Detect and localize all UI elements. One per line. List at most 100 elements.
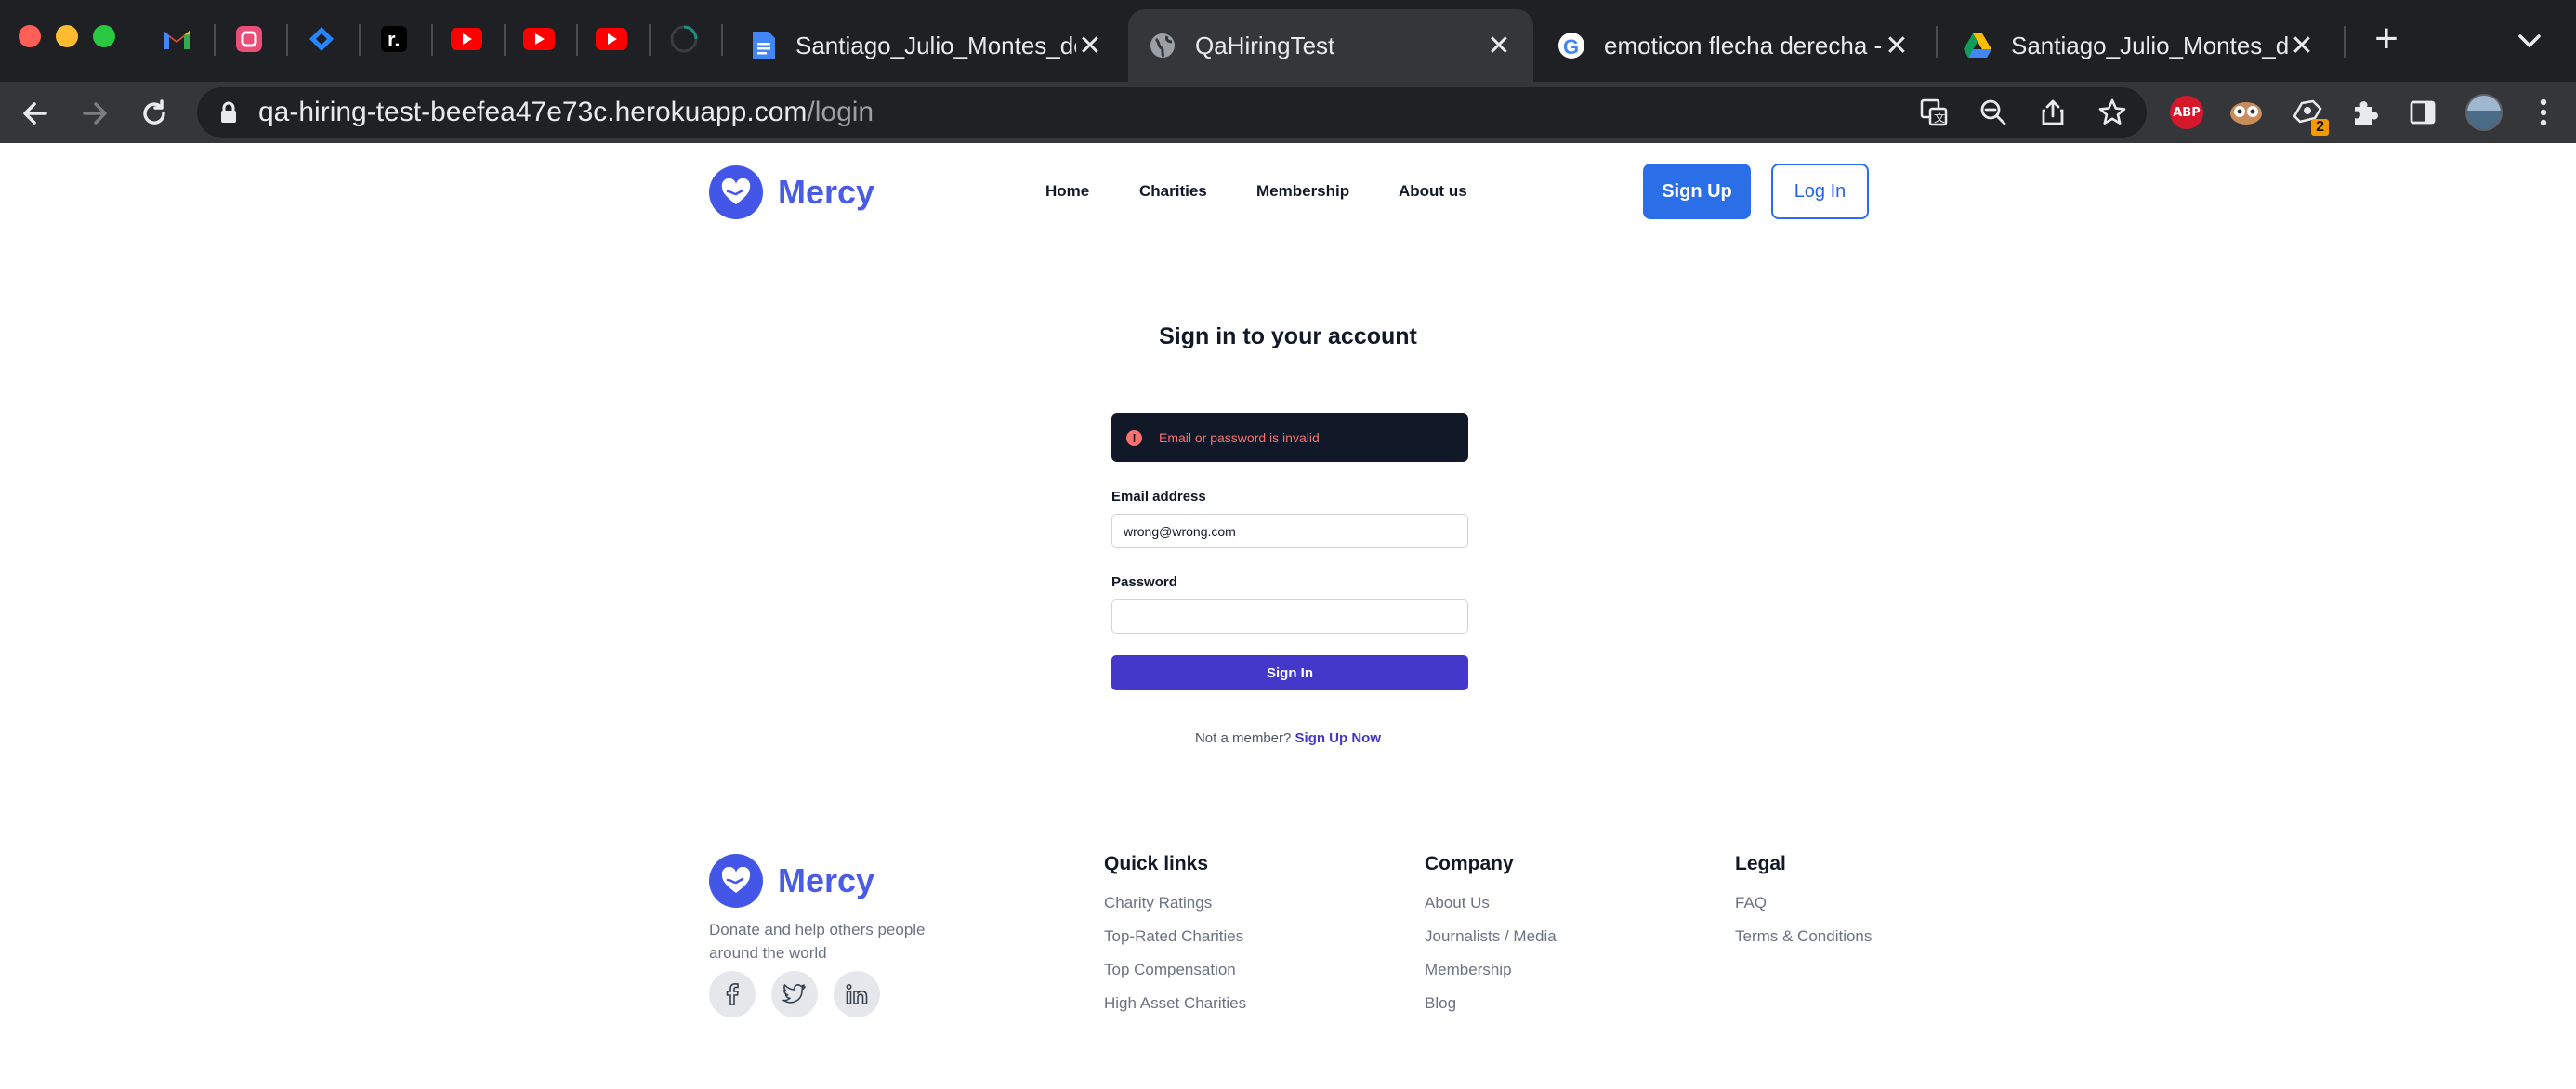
pinned-tab-youtube-1[interactable] bbox=[450, 22, 483, 56]
footer-link[interactable]: Journalists / Media bbox=[1425, 920, 1557, 953]
footer-column-title: Legal bbox=[1735, 853, 1786, 874]
linkedin-link[interactable] bbox=[834, 971, 880, 1017]
google-icon: G bbox=[1558, 33, 1584, 59]
pinned-tab-app[interactable] bbox=[232, 22, 266, 56]
loading-icon bbox=[670, 25, 698, 53]
reload-icon bbox=[143, 99, 165, 125]
close-window-button[interactable] bbox=[19, 25, 41, 47]
pinned-tab-jira[interactable] bbox=[305, 22, 338, 56]
nav-about-us[interactable]: About us bbox=[1399, 182, 1467, 201]
adblock-extension[interactable]: ABP bbox=[2165, 91, 2208, 134]
tab-drive[interactable]: Santiago_Julio_Montes_de ✕ bbox=[1942, 9, 2336, 82]
pinned-tab-youtube-2[interactable] bbox=[522, 22, 556, 56]
back-button[interactable] bbox=[15, 93, 56, 134]
svg-text:r.: r. bbox=[388, 28, 400, 51]
footer-link[interactable]: Terms & Conditions bbox=[1735, 920, 1872, 953]
twitter-link[interactable] bbox=[771, 971, 818, 1017]
youtube-icon bbox=[596, 28, 627, 50]
footer-brand-name: Mercy bbox=[778, 861, 875, 899]
sign-in-button[interactable]: Sign In bbox=[1111, 655, 1468, 690]
footer-column-legal: Legal FAQ Terms & Conditions bbox=[1735, 853, 1872, 953]
close-icon[interactable]: ✕ bbox=[1883, 31, 1911, 61]
reload-button[interactable] bbox=[134, 93, 175, 134]
header-logo[interactable]: Mercy bbox=[709, 165, 874, 219]
arrow-right-icon bbox=[83, 102, 107, 125]
sign-up-now-link[interactable]: Sign Up Now bbox=[1295, 730, 1382, 746]
eyes-extension[interactable] bbox=[2225, 91, 2267, 134]
extensions-button[interactable] bbox=[2344, 91, 2386, 134]
arrow-left-icon bbox=[23, 102, 47, 125]
brand-name: Mercy bbox=[778, 173, 875, 211]
pinned-tab-gmail[interactable] bbox=[160, 22, 193, 56]
facebook-icon bbox=[726, 983, 739, 1005]
tab-google-search[interactable]: G emoticon flecha derecha - ✕ bbox=[1537, 9, 1931, 82]
footer-column-company: Company About Us Journalists / Media Mem… bbox=[1425, 853, 1557, 1020]
error-message: Email or password is invalid bbox=[1159, 430, 1320, 445]
footer-column-title: Company bbox=[1425, 853, 1514, 874]
pinned-tab-youtube-3[interactable] bbox=[595, 22, 628, 56]
tracker-extension[interactable]: 2 bbox=[2286, 91, 2329, 136]
tab-title: emoticon flecha derecha - bbox=[1604, 31, 1883, 59]
footer-link[interactable]: Top Compensation bbox=[1104, 953, 1246, 987]
tab-title: Santiago_Julio_Montes_de bbox=[2011, 31, 2288, 59]
linkedin-icon bbox=[846, 984, 868, 1004]
password-field[interactable] bbox=[1111, 599, 1468, 634]
app-icon bbox=[236, 26, 262, 52]
footer-link[interactable]: FAQ bbox=[1735, 886, 1872, 920]
footer-logo[interactable]: Mercy bbox=[709, 854, 874, 908]
footer-link[interactable]: Charity Ratings bbox=[1104, 886, 1246, 920]
tab-title: Santiago_Julio_Montes_de bbox=[795, 31, 1076, 59]
footer-link[interactable]: High Asset Charities bbox=[1104, 987, 1246, 1020]
nav-membership[interactable]: Membership bbox=[1256, 182, 1349, 201]
extension-badge: 2 bbox=[2311, 119, 2329, 136]
browser-menu-button[interactable] bbox=[2522, 91, 2565, 134]
profile-button[interactable] bbox=[2463, 91, 2505, 134]
browser-toolbar: qa-hiring-test-beefea47e73c.herokuapp.co… bbox=[0, 82, 2576, 143]
close-icon[interactable]: ✕ bbox=[2288, 31, 2316, 61]
twitter-icon bbox=[782, 984, 806, 1004]
new-tab-button[interactable]: + bbox=[2368, 19, 2405, 59]
footer-link[interactable]: About Us bbox=[1425, 886, 1557, 920]
bookmark-star-icon[interactable] bbox=[2096, 97, 2128, 128]
log-in-button[interactable]: Log In bbox=[1771, 164, 1869, 219]
chevron-down-icon[interactable] bbox=[2513, 24, 2546, 58]
tab-docs-1[interactable]: Santiago_Julio_Montes_de ✕ bbox=[730, 9, 1124, 82]
maximize-window-button[interactable] bbox=[93, 25, 115, 47]
minimize-window-button[interactable] bbox=[56, 25, 78, 47]
svg-text:文: 文 bbox=[1934, 111, 1945, 125]
facebook-link[interactable] bbox=[709, 971, 756, 1017]
email-field[interactable] bbox=[1111, 514, 1468, 548]
pinned-tab-loading[interactable] bbox=[667, 22, 701, 56]
share-icon[interactable] bbox=[2037, 97, 2069, 128]
close-icon[interactable]: ✕ bbox=[1076, 31, 1104, 61]
footer-link[interactable]: Blog bbox=[1425, 987, 1557, 1020]
translate-icon[interactable]: 文 bbox=[1918, 97, 1950, 128]
docs-icon bbox=[753, 32, 775, 59]
lock-icon bbox=[221, 101, 236, 123]
close-icon[interactable]: ✕ bbox=[1485, 31, 1513, 61]
email-label: Email address bbox=[1111, 489, 1206, 505]
heart-hand-icon bbox=[709, 165, 763, 219]
web-page: Mercy Home Charities Membership About us… bbox=[0, 143, 2576, 1089]
forward-button[interactable] bbox=[74, 93, 115, 134]
exclamation-circle-icon: ! bbox=[1126, 429, 1142, 446]
pinned-tab-r[interactable]: r. bbox=[377, 22, 411, 56]
globe-icon bbox=[1150, 33, 1175, 58]
footer-link[interactable]: Membership bbox=[1425, 953, 1557, 987]
error-alert: ! Email or password is invalid bbox=[1111, 413, 1468, 462]
tab-title: QaHiringTest bbox=[1195, 31, 1335, 59]
zoom-out-icon[interactable] bbox=[1978, 97, 2009, 128]
password-label: Password bbox=[1111, 574, 1177, 590]
eyes-icon bbox=[2230, 102, 2262, 125]
nav-home[interactable]: Home bbox=[1045, 182, 1089, 201]
address-bar[interactable]: qa-hiring-test-beefea47e73c.herokuapp.co… bbox=[197, 87, 2147, 138]
sign-up-button[interactable]: Sign Up bbox=[1643, 164, 1751, 219]
browser-tab-bar: r. Santiago_Julio_Montes_de ✕ QaHiringTe… bbox=[0, 0, 2576, 82]
more-vertical-icon bbox=[2540, 98, 2547, 126]
nav-charities[interactable]: Charities bbox=[1139, 182, 1207, 201]
tab-qahiringtest[interactable]: QaHiringTest ✕ bbox=[1128, 9, 1533, 82]
drive-icon bbox=[1964, 33, 1991, 58]
side-panel-button[interactable] bbox=[2401, 91, 2444, 134]
footer-link[interactable]: Top-Rated Charities bbox=[1104, 920, 1246, 953]
side-panel-icon bbox=[2410, 100, 2436, 125]
